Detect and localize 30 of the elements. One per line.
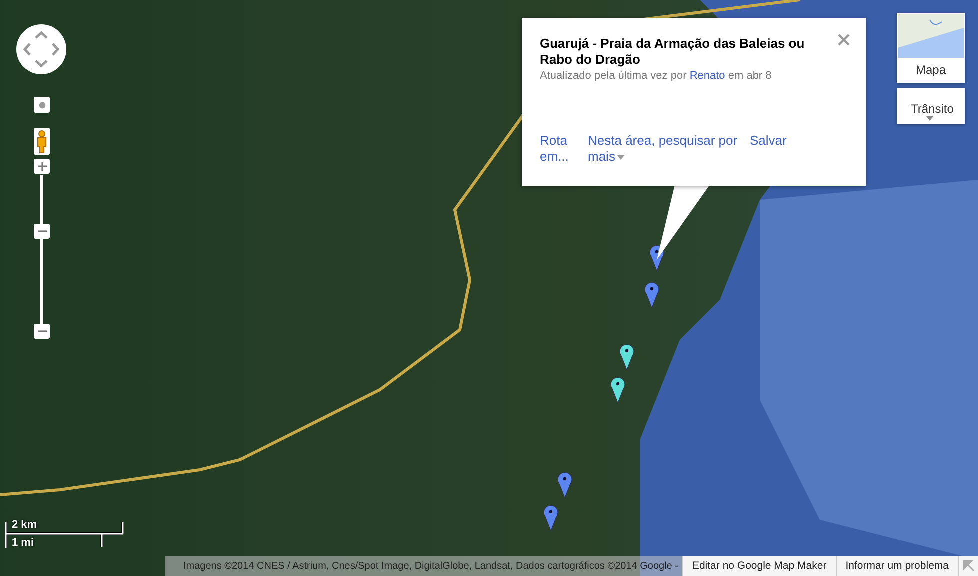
action-link[interactable]: Nesta área, pesquisar por mais: [588, 133, 738, 165]
map-marker-icon[interactable]: [619, 343, 635, 371]
close-icon[interactable]: [838, 34, 850, 46]
action-link[interactable]: Salvar: [750, 133, 787, 165]
traffic-button[interactable]: Trânsito: [897, 88, 965, 124]
action-link[interactable]: Rota em...: [540, 133, 576, 165]
zoom-in-button[interactable]: [34, 159, 50, 174]
location-dot-button[interactable]: [34, 97, 50, 113]
minus-icon: [38, 330, 46, 333]
attribution-text: Imagens ©2014 CNES / Astrium, Cnes/Spot Image, DigitalGlobe, Landsat, Dados cartográficos ©2014 Google -: [182, 560, 680, 572]
caret-icon: [926, 116, 934, 121]
minus-icon: [38, 230, 46, 233]
author-link[interactable]: Renato: [690, 70, 726, 82]
map-marker-icon[interactable]: [557, 471, 573, 499]
pan-control[interactable]: [16, 24, 67, 75]
footer-link[interactable]: Editar no Google Map Maker: [682, 556, 836, 576]
pegman-icon[interactable]: [34, 128, 50, 155]
map-marker-icon[interactable]: [543, 504, 559, 532]
zoom-out-button[interactable]: [34, 324, 50, 339]
zoom-slider-handle[interactable]: [34, 224, 50, 239]
scale-metric-label: 2 km: [12, 519, 38, 531]
map-type-button[interactable]: Mapa: [897, 13, 965, 83]
update-note: Atualizado pela última vez por Renato em abr 8: [540, 70, 773, 82]
plus-icon: [38, 162, 46, 171]
dot-icon: [38, 102, 46, 108]
footer-link[interactable]: Informar um problema: [836, 556, 958, 576]
map-marker-icon[interactable]: [644, 281, 660, 309]
scale-imperial-label: 1 mi: [12, 537, 34, 549]
place-title: Guarujá - Praia da Armação das Baleias ou Rabo do Dragão: [540, 36, 806, 68]
map-marker-icon[interactable]: [610, 376, 626, 404]
